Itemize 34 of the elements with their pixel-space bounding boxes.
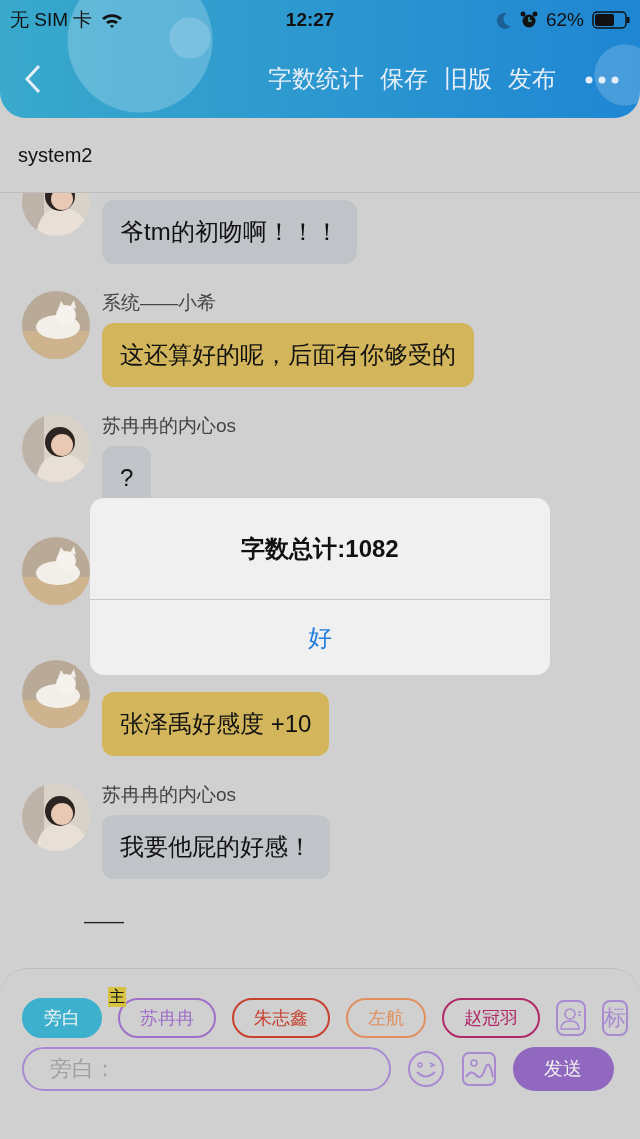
toolbar-link[interactable]: 发布	[504, 61, 560, 97]
sender-name: 苏冉冉的内心os	[102, 783, 237, 807]
mark-button[interactable]: 标	[602, 1000, 628, 1036]
battery-text: 62%	[545, 7, 584, 32]
dash-text: ——	[84, 909, 125, 934]
toolbar-link[interactable]: 保存	[376, 61, 432, 97]
role-chip[interactable]: 旁白	[22, 998, 102, 1038]
time-text: 12:27	[284, 7, 336, 32]
battery-icon	[592, 11, 630, 29]
alarm-icon	[519, 11, 538, 29]
image-icon[interactable]	[460, 1051, 497, 1087]
contact-card-icon[interactable]	[556, 1000, 586, 1036]
role-chip[interactable]: 朱志鑫	[232, 998, 330, 1038]
role-tag: 主	[108, 987, 126, 1007]
message-bubble: 我要他屁的好感！	[102, 815, 330, 879]
back-icon[interactable]	[24, 64, 42, 94]
role-chip[interactable]: 赵冠羽	[442, 998, 540, 1038]
alert-title: 字数总计:1082	[241, 533, 399, 564]
wifi-icon	[100, 11, 125, 29]
toolbar-link[interactable]: 字数统计	[264, 61, 368, 97]
ok-button[interactable]: 好	[90, 600, 550, 675]
moon-icon	[495, 11, 512, 29]
chat-title: system2	[18, 143, 93, 168]
sender-name: 系统——小希	[102, 291, 216, 315]
carrier-text: 无 SIM 卡	[10, 7, 93, 32]
role-chip[interactable]: 左航	[346, 998, 426, 1038]
message-bubble: 张泽禹好感度 +10	[102, 692, 330, 756]
send-button[interactable]: 发送	[512, 1047, 614, 1091]
emoji-icon[interactable]	[406, 1050, 445, 1088]
message-bubble: 这还算好的呢，后面有你够受的	[102, 323, 474, 387]
sender-name: 苏冉冉的内心os	[102, 414, 237, 438]
message-bubble: 爷tm的初吻啊！！！	[102, 200, 357, 264]
more-icon[interactable]	[584, 74, 620, 85]
toolbar-link[interactable]: 旧版	[440, 61, 496, 97]
